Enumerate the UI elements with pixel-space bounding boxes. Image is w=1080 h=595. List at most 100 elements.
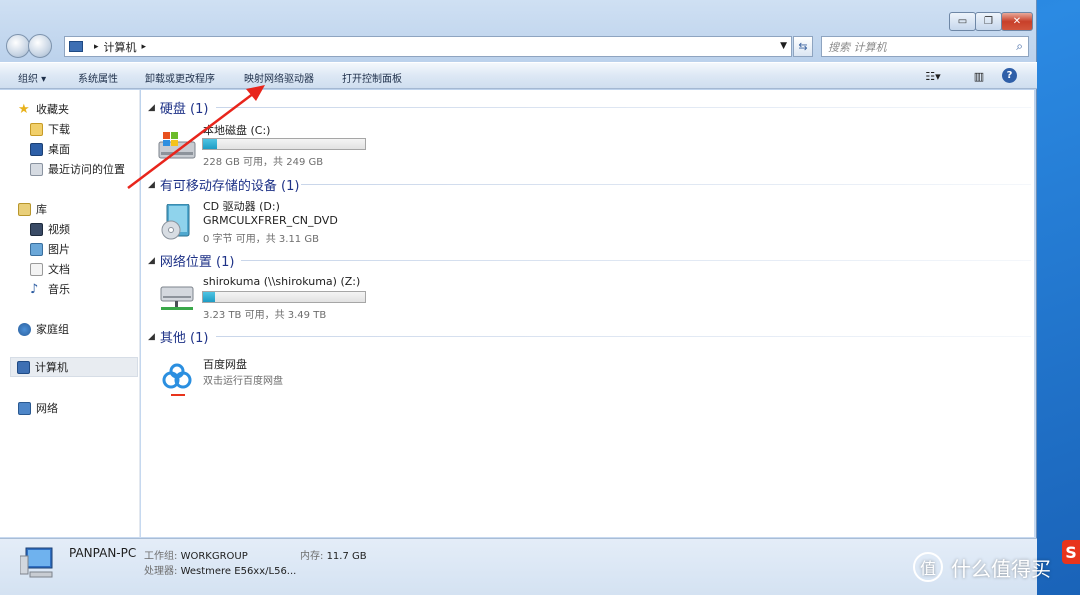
homegroup-icon [18,322,31,336]
sidebar-item-label: 计算机 [35,361,68,374]
network-drive-icon [160,286,194,310]
sidebar-item-documents[interactable]: 文档 [30,261,70,277]
disc-label: GRMCULXFRER_CN_DVD [203,214,338,227]
library-icon [18,202,31,216]
search-placeholder: 搜索 计算机 [828,40,887,54]
network-icon [18,401,31,415]
drive-name: shirokuma (\\shirokuma) (Z:) [203,275,361,288]
sidebar-item-downloads[interactable]: 下载 [30,121,70,137]
video-icon [30,222,43,236]
cd-drive-icon [161,204,190,240]
preview-pane-icon[interactable]: ▥ [970,68,988,84]
group-header-hard-disks[interactable]: ◢ 硬盘 (1) [148,98,208,117]
breadcrumb-computer[interactable]: 计算机 [104,39,137,55]
search-icon[interactable]: ⌕ [1016,39,1023,54]
drive-item-z[interactable]: shirokuma (\\shirokuma) (Z:) 3.23 TB 可用，… [153,275,383,329]
watermark-text: 什么值得买 [951,556,1051,581]
memory-info: 内存: 11.7 GB [300,547,367,562]
sidebar-item-label: 家庭组 [36,323,69,336]
sidebar-item-network[interactable]: 网络 [18,400,58,416]
group-header-removable[interactable]: ◢ 有可移动存储的设备 (1) [148,175,299,194]
help-icon[interactable]: ? [1002,68,1017,83]
sidebar-item-recent-places[interactable]: 最近访问的位置 [30,161,125,177]
group-divider [216,107,1031,108]
group-title: 硬盘 (1) [159,102,209,117]
uninstall-program-button[interactable]: 卸载或更改程序 [145,70,215,85]
content-pane: ◢ 硬盘 (1) 本地磁盘 (C:) 228 GB 可用，共 249 GB ◢ … [141,90,1034,537]
sidebar-item-label: 下载 [48,123,70,136]
drive-usage-bar [202,291,366,303]
sidebar-item-label: 视频 [48,223,70,236]
sidebar-item-homegroup[interactable]: 家庭组 [18,321,69,337]
watermark-logo-icon: 值 [913,552,943,582]
sidebar-item-videos[interactable]: 视频 [30,221,70,237]
sidebar-item-desktop[interactable]: 桌面 [30,141,70,157]
sidebar-item-music[interactable]: ♪ 音乐 [30,281,70,297]
sidebar-item-label: 收藏夹 [36,103,69,116]
explorer-window: ▭ ❐ ✕ ▸ 计算机 ▸ ▼ ⇆ 搜索 计算机 ⌕ 组织 ▾ 系统属性 卸载或… [0,0,1037,595]
sidebar-item-libraries[interactable]: 库 [18,201,47,217]
drive-item-d[interactable]: CD 驱动器 (D:) GRMCULXFRER_CN_DVD 0 字节 可用，共… [153,198,383,252]
breadcrumb-chevron-icon[interactable]: ▸ [142,42,147,52]
drive-name: CD 驱动器 (D:) [203,200,280,213]
group-divider [301,184,1031,185]
drive-name: 本地磁盘 (C:) [203,124,271,137]
drive-free-space: 3.23 TB 可用，共 3.49 TB [203,310,327,321]
address-bar[interactable]: ▸ 计算机 ▸ ▼ [64,36,792,57]
workgroup-info: 工作组: WORKGROUP [144,547,248,562]
drive-item-c[interactable]: 本地磁盘 (C:) 228 GB 可用，共 249 GB [153,122,383,176]
navigation-pane: ★ 收藏夹 下载 桌面 最近访问的位置 库 视频 图片 文档 ♪ 音乐 家庭组 … [0,90,140,537]
refresh-button[interactable]: ⇆ [793,36,813,57]
watermark: 值 什么值得买 [913,552,1051,582]
baidu-netdisk-icon [162,363,192,396]
map-network-drive-button[interactable]: 映射网络驱动器 [244,70,314,85]
group-divider [216,336,1031,337]
breadcrumb-chevron-icon[interactable]: ▸ [94,42,99,52]
sidebar-item-label: 网络 [36,402,58,415]
app-item-baidu-netdisk[interactable]: 百度网盘 双击运行百度网盘 [153,356,383,410]
view-options-icon[interactable]: ☷▾ [924,68,942,84]
group-title: 网络位置 (1) [159,255,235,270]
picture-icon [30,242,43,256]
search-input[interactable]: 搜索 计算机 ⌕ [821,36,1029,57]
collapse-triangle-icon[interactable]: ◢ [148,103,155,113]
computer-icon [69,41,83,52]
back-button[interactable] [6,34,30,58]
sidebar-item-label: 桌面 [48,143,70,156]
minimize-button[interactable]: ▭ [949,12,976,31]
sidebar-item-computer[interactable]: 计算机 [10,357,138,377]
drive-usage-fill [203,139,217,149]
details-pane: PANPAN-PC 工作组: WORKGROUP 内存: 11.7 GB 处理器… [0,538,1037,595]
collapse-triangle-icon[interactable]: ◢ [148,256,155,266]
sidebar-item-label: 图片 [48,243,70,256]
workgroup-label: 工作组: [144,551,178,562]
window-controls: ▭ ❐ ✕ [949,12,1033,31]
sidebar-item-favorites[interactable]: ★ 收藏夹 [18,101,69,117]
group-header-other[interactable]: ◢ 其他 (1) [148,327,208,346]
downloads-folder-icon [30,122,43,136]
collapse-triangle-icon[interactable]: ◢ [148,180,155,190]
collapse-triangle-icon[interactable]: ◢ [148,332,155,342]
recent-places-icon [30,162,43,176]
sidebar-item-pictures[interactable]: 图片 [30,241,70,257]
desktop-icon [30,142,43,156]
sidebar-item-label: 文档 [48,263,70,276]
drive-usage-bar [202,138,366,150]
maximize-button[interactable]: ❐ [975,12,1002,31]
address-dropdown-icon[interactable]: ▼ [780,41,787,51]
drive-usage-fill [203,292,216,302]
app-name: 百度网盘 [203,358,247,371]
computer-icon [17,360,30,374]
forward-button[interactable] [28,34,52,58]
organize-button[interactable]: 组织 ▾ [18,70,46,85]
computer-name: PANPAN-PC [69,546,137,560]
sidebar-item-label: 音乐 [48,283,70,296]
computer-icon [20,547,53,578]
close-button[interactable]: ✕ [1001,12,1033,31]
open-control-panel-button[interactable]: 打开控制面板 [342,70,402,85]
processor-label: 处理器: [144,566,178,577]
group-title: 有可移动存储的设备 (1) [159,179,300,194]
title-bar: ▭ ❐ ✕ [0,0,1037,32]
system-properties-button[interactable]: 系统属性 [78,70,118,85]
group-header-network-locations[interactable]: ◢ 网络位置 (1) [148,251,234,270]
